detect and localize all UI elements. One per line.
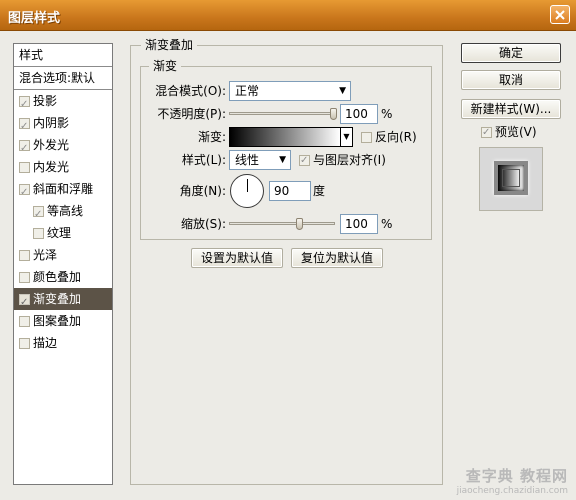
- style-item[interactable]: 等高线: [14, 200, 112, 226]
- gradient-overlay-title: 渐变叠加: [141, 38, 198, 52]
- gradient-label: 渐变:: [197, 130, 226, 144]
- style-item[interactable]: 内阴影: [14, 112, 112, 138]
- style-item[interactable]: 渐变叠加: [14, 288, 112, 314]
- reverse-checkbox[interactable]: 反向(R): [361, 129, 417, 145]
- style-item[interactable]: 外发光: [14, 134, 112, 160]
- scale-label: 缩放(S):: [180, 217, 226, 231]
- title-bar[interactable]: 图层样式: [0, 0, 576, 31]
- gradient-swatch[interactable]: [229, 127, 341, 147]
- style-item[interactable]: 斜面和浮雕: [14, 178, 112, 204]
- style-item-label: 图案叠加: [33, 314, 82, 328]
- style-item-label: 描边: [33, 336, 58, 350]
- style-item-checkbox[interactable]: [19, 292, 30, 314]
- blend-options-item[interactable]: 混合选项:默认: [14, 67, 112, 90]
- align-with-layer-checkbox[interactable]: 与图层对齐(I): [299, 152, 386, 169]
- style-item-checkbox[interactable]: [19, 162, 30, 173]
- style-item-checkbox[interactable]: [19, 182, 30, 204]
- preview-checkbox[interactable]: 预览(V): [481, 124, 537, 141]
- style-list-header[interactable]: 样式: [14, 44, 112, 67]
- style-preview-thumbnail: [479, 147, 543, 211]
- gradient-subgroup-title: 渐变: [149, 59, 182, 73]
- close-button[interactable]: [550, 5, 570, 24]
- angle-label: 角度(N):: [179, 184, 226, 198]
- blend-mode-value: 正常: [235, 84, 260, 98]
- style-item[interactable]: 颜色叠加: [14, 266, 112, 288]
- style-item-label: 纹理: [47, 226, 72, 240]
- new-style-button[interactable]: 新建样式(W)...: [461, 99, 561, 119]
- scale-slider-thumb[interactable]: [296, 218, 304, 230]
- style-item[interactable]: 纹理: [14, 222, 112, 244]
- style-item-label: 投影: [33, 94, 58, 108]
- style-item-label: 外发光: [33, 138, 70, 152]
- style-item-checkbox[interactable]: [19, 116, 30, 138]
- style-items: 投影内阴影外发光内发光斜面和浮雕等高线纹理光泽颜色叠加渐变叠加图案叠加描边: [14, 90, 112, 354]
- opacity-slider-thumb[interactable]: [330, 108, 337, 120]
- style-list: 样式 混合选项:默认 投影内阴影外发光内发光斜面和浮雕等高线纹理光泽颜色叠加渐变…: [13, 43, 113, 485]
- set-default-button[interactable]: 设置为默认值: [191, 248, 283, 268]
- window-title: 图层样式: [8, 11, 61, 26]
- watermark-text: 查字典 教程网: [465, 467, 568, 485]
- style-item-label: 等高线: [47, 204, 84, 218]
- scale-input[interactable]: 100: [340, 214, 378, 234]
- gradient-style-value: 线性: [235, 153, 260, 167]
- style-item[interactable]: 投影: [14, 90, 112, 116]
- opacity-label: 不透明度(P):: [157, 107, 226, 121]
- reverse-checkbox-box: [361, 132, 372, 143]
- style-item-label: 内阴影: [33, 116, 70, 130]
- style-item-checkbox[interactable]: [19, 338, 30, 349]
- dialog-body: 样式 混合选项:默认 投影内阴影外发光内发光斜面和浮雕等高线纹理光泽颜色叠加渐变…: [0, 31, 576, 500]
- angle-needle: [247, 179, 248, 192]
- blend-mode-select[interactable]: 正常 ▼: [229, 81, 351, 101]
- chevron-down-icon: ▼: [339, 86, 346, 96]
- align-checkbox-box: [299, 153, 310, 169]
- style-item-checkbox[interactable]: [19, 94, 30, 116]
- style-item-label: 光泽: [33, 248, 58, 262]
- style-item-checkbox[interactable]: [33, 228, 44, 239]
- scale-unit: %: [381, 217, 393, 231]
- style-item[interactable]: 内发光: [14, 156, 112, 178]
- angle-input[interactable]: 90: [269, 181, 311, 201]
- style-item-checkbox[interactable]: [33, 204, 44, 226]
- style-item-label: 渐变叠加: [33, 292, 82, 306]
- cancel-button[interactable]: 取消: [461, 70, 561, 90]
- preview-label: 预览(V): [495, 125, 537, 139]
- style-item-checkbox[interactable]: [19, 316, 30, 327]
- watermark-url: jiaocheng.chazidian.com: [456, 486, 568, 496]
- align-label: 与图层对齐(I): [313, 153, 386, 167]
- close-icon: [555, 9, 565, 20]
- style-item-checkbox[interactable]: [19, 250, 30, 261]
- style-item[interactable]: 光泽: [14, 244, 112, 266]
- opacity-unit: %: [381, 107, 393, 121]
- style-item-label: 斜面和浮雕: [33, 182, 94, 196]
- watermark: 查字典 教程网 jiaocheng.chazidian.com: [457, 465, 568, 496]
- reset-default-button[interactable]: 复位为默认值: [291, 248, 383, 268]
- angle-dial[interactable]: [230, 174, 264, 208]
- preview-checkbox-box: [481, 125, 492, 141]
- ok-button[interactable]: 确定: [461, 43, 561, 63]
- style-item[interactable]: 描边: [14, 332, 112, 354]
- style-item-label: 内发光: [33, 160, 70, 174]
- opacity-input[interactable]: 100: [340, 104, 378, 124]
- chevron-down-icon: ▼: [279, 155, 286, 165]
- style-label: 样式(L):: [181, 153, 226, 167]
- style-item-checkbox[interactable]: [19, 272, 30, 283]
- style-preview-swatch: [494, 161, 528, 195]
- angle-unit: 度: [313, 184, 326, 198]
- gradient-style-select[interactable]: 线性 ▼: [229, 150, 291, 170]
- reverse-label: 反向(R): [375, 130, 417, 144]
- style-item[interactable]: 图案叠加: [14, 310, 112, 332]
- style-item-checkbox[interactable]: [19, 138, 30, 160]
- style-item-label: 颜色叠加: [33, 270, 82, 284]
- opacity-slider-track[interactable]: [229, 112, 335, 115]
- scale-slider-track[interactable]: [229, 222, 335, 225]
- blend-mode-label: 混合模式(O):: [155, 84, 226, 98]
- gradient-picker-button[interactable]: ▼: [341, 127, 353, 147]
- chevron-down-icon: ▼: [343, 132, 350, 141]
